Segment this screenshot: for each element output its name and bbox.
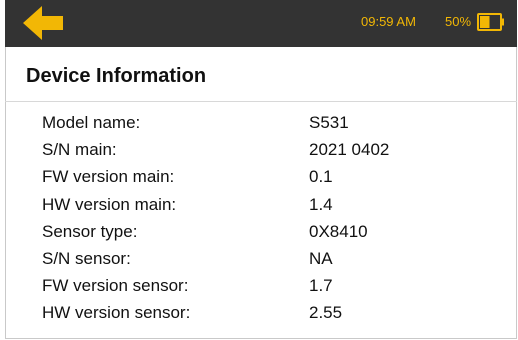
battery-icon [477, 13, 504, 31]
info-value: NA [309, 248, 333, 268]
info-label: Sensor type: [42, 221, 138, 241]
info-value: 2.55 [309, 303, 343, 323]
status-bar: 09:59 AM 50% [5, 0, 517, 47]
info-label: FW version main: [42, 167, 175, 187]
info-value: 0X8410 [309, 221, 368, 241]
info-row: HW version main: 1.4 [42, 195, 462, 222]
info-row: FW version sensor: 1.7 [42, 276, 462, 303]
info-value: 1.4 [309, 194, 333, 214]
back-button[interactable] [23, 4, 65, 42]
info-value: 0.1 [309, 167, 333, 187]
info-label: HW version main: [42, 194, 177, 214]
arrow-left-icon [23, 6, 63, 40]
info-row: S/N main: 2021 0402 [42, 140, 462, 167]
battery-percent: 50% [445, 14, 472, 29]
info-label: Model name: [42, 113, 141, 132]
info-row: FW version main: 0.1 [42, 167, 462, 194]
info-row: Sensor type: 0X8410 [42, 222, 462, 249]
info-label: S/N sensor: [42, 248, 131, 268]
page-header: Device Information [5, 47, 517, 102]
info-value: 1.7 [309, 276, 333, 296]
status-time: 09:59 AM [361, 14, 416, 29]
info-row: HW version sensor: 2.55 [42, 303, 462, 330]
info-value: 2021 0402 [309, 140, 390, 160]
info-label: S/N main: [42, 140, 117, 160]
info-label: FW version sensor: [42, 276, 189, 296]
info-label: HW version sensor: [42, 303, 191, 323]
device-info-list: Model name: S531 S/N main: 2021 0402 FW vers… [42, 113, 462, 331]
info-row: Model name: S531 [42, 113, 462, 140]
info-row: S/N sensor: NA [42, 249, 462, 276]
device-screen: 09:59 AM 50% Device Information Model na… [0, 0, 518, 340]
info-value: S531 [309, 113, 349, 132]
page-title: Device Information [26, 65, 207, 87]
